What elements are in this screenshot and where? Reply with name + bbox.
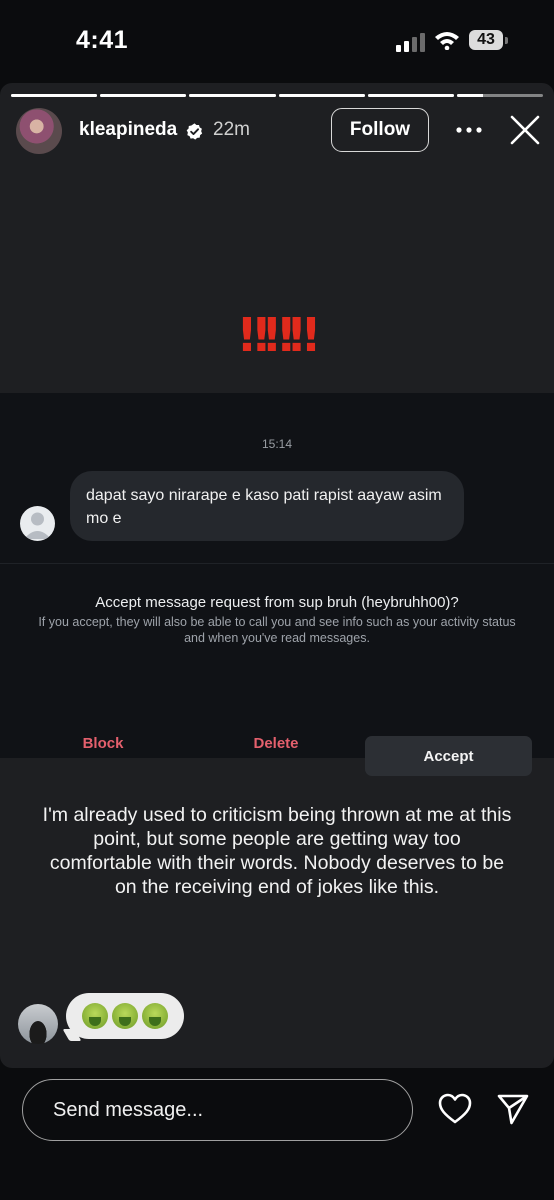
battery-indicator: 43 [469,30,509,52]
reply-avatar [18,1004,58,1044]
nauseated-face-icon [112,1003,138,1029]
send-icon[interactable] [496,1092,530,1126]
progress-segment [456,94,544,97]
send-message-input[interactable]: Send message... [22,1079,413,1141]
cellular-signal-icon [396,33,425,52]
heart-icon[interactable] [438,1093,472,1125]
sender-avatar [20,506,55,541]
story-viewer[interactable]: kleapineda 22m Follow ‼︎‼︎‼︎ 15:14 dapat… [0,83,554,1068]
dm-screenshot: 15:14 dapat sayo nirarape e kaso pati ra… [0,393,554,776]
wifi-icon [435,32,459,50]
story-caption: I'm already used to criticism being thro… [42,804,512,898]
divider [0,563,554,564]
delete-button: Delete [253,735,299,752]
progress-segment [367,94,454,97]
nauseated-face-icon [82,1003,108,1029]
default-avatar-icon [24,512,51,539]
exclamation-marks: ‼︎‼︎‼︎ [239,308,319,362]
send-message-placeholder: Send message... [53,1098,204,1121]
progress-segment [189,94,276,97]
reply-emoji-bubble [66,993,184,1039]
block-button: Block [82,735,124,752]
author-avatar[interactable] [16,108,62,154]
progress-segment [278,94,365,97]
progress-segment [11,94,98,97]
more-options-icon[interactable] [456,123,482,137]
request-subtitle: If you accept, they will also be able to… [38,615,516,645]
verified-badge-icon [186,123,203,140]
progress-segment [100,94,187,97]
battery-level: 43 [477,31,495,48]
accept-button: Accept [365,736,532,776]
dm-message-bubble: dapat sayo nirarape e kaso pati rapist a… [70,471,464,541]
nauseated-face-icon [142,1003,168,1029]
status-time: 4:41 [76,26,129,54]
status-bar: 4:41 43 [0,0,554,80]
follow-button[interactable]: Follow [331,108,429,152]
story-progress-bar [11,94,544,97]
close-icon[interactable] [510,115,540,145]
request-title: Accept message request from sup bruh (he… [95,594,459,611]
author-username[interactable]: kleapineda [79,119,177,141]
dm-timestamp: 15:14 [261,437,293,451]
story-time-ago: 22m [213,119,250,140]
